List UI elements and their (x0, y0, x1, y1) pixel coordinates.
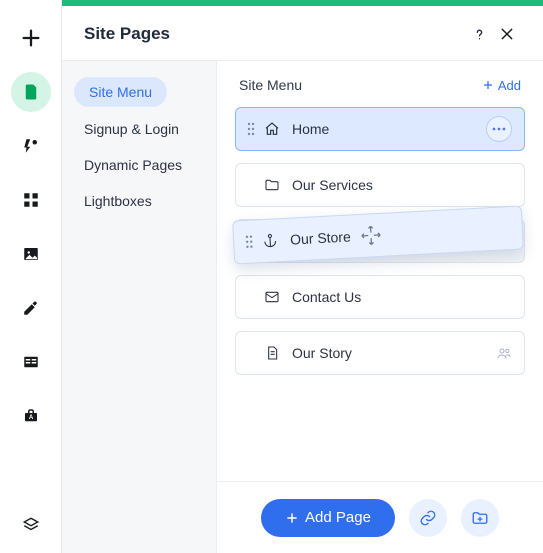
rail-business-icon[interactable]: A (11, 396, 51, 436)
left-rail: A (0, 0, 62, 553)
add-button[interactable] (11, 18, 51, 58)
pages-heading: Site Menu (239, 77, 302, 93)
rail-theme-icon[interactable] (11, 126, 51, 166)
category-sidebar: Site Menu Signup & Login Dynamic Pages L… (62, 61, 217, 553)
sidebar-label: Lightboxes (84, 193, 152, 209)
drag-handle-icon[interactable] (242, 234, 257, 249)
folder-icon (264, 177, 282, 193)
rail-apps-icon[interactable] (11, 180, 51, 220)
link-page-button[interactable] (409, 499, 447, 537)
sidebar-label: Dynamic Pages (84, 157, 182, 173)
sidebar-item-lightboxes[interactable]: Lightboxes (70, 183, 208, 219)
add-folder-button[interactable] (461, 499, 499, 537)
pages-main-header: Site Menu Add (235, 77, 525, 93)
page-icon (264, 345, 282, 361)
page-item-contact-us[interactable]: Contact Us (235, 275, 525, 319)
page-label: Our Story (292, 345, 352, 361)
rail-layers-icon[interactable] (11, 513, 51, 553)
close-button[interactable] (493, 20, 521, 48)
add-page-label: Add Page (305, 509, 371, 526)
page-item-home[interactable]: Home (235, 107, 525, 151)
page-label: Contact Us (292, 289, 361, 305)
site-pages-panel: Site Pages Site Menu Signup & Login Dyna… (62, 0, 543, 553)
mail-icon (264, 289, 282, 305)
sidebar-label: Site Menu (89, 84, 152, 100)
sidebar-item-dynamic-pages[interactable]: Dynamic Pages (70, 147, 208, 183)
add-link-label: Add (498, 78, 521, 93)
move-cursor-icon (359, 224, 382, 247)
page-item-our-story[interactable]: Our Story (235, 331, 525, 375)
add-page-button[interactable]: Add Page (261, 499, 395, 537)
anchor-icon (262, 232, 281, 249)
members-icon (496, 345, 512, 361)
sidebar-item-signup-login[interactable]: Signup & Login (70, 111, 208, 147)
page-item-our-services[interactable]: Our Services (235, 163, 525, 207)
sidebar-item-site-menu[interactable]: Site Menu (74, 77, 167, 107)
panel-header: Site Pages (62, 6, 543, 61)
rail-media-icon[interactable] (11, 234, 51, 274)
rail-blog-icon[interactable] (11, 288, 51, 328)
home-icon (264, 121, 282, 137)
page-label: Our Services (292, 177, 373, 193)
rail-pages-icon[interactable] (11, 72, 51, 112)
panel-title: Site Pages (84, 24, 170, 44)
page-list: Home Our Services (235, 107, 525, 375)
page-label: Our Store (290, 228, 351, 247)
drag-handle-icon[interactable] (244, 122, 258, 136)
sidebar-label: Signup & Login (84, 121, 179, 137)
add-menu-link[interactable]: Add (482, 78, 521, 93)
page-more-button[interactable] (486, 116, 512, 142)
svg-text:A: A (28, 415, 33, 421)
page-label: Home (292, 121, 329, 137)
panel-footer: Add Page (217, 481, 543, 553)
pages-main: Site Menu Add (217, 61, 543, 553)
rail-data-icon[interactable] (11, 342, 51, 382)
help-button[interactable] (465, 20, 493, 48)
